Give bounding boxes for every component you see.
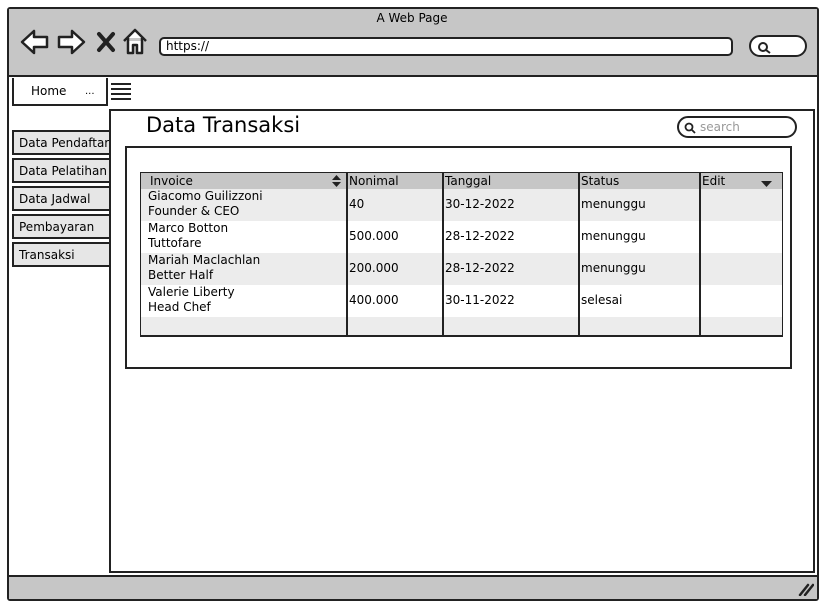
sidebar-item-pembayaran[interactable]: Pembayaran (12, 214, 109, 239)
forward-arrow-icon[interactable] (56, 28, 86, 56)
invoice-cell: Marco Botton Tuttofare (148, 221, 228, 251)
invoice-cell: Giacomo Guilizzoni Founder & CEO (148, 189, 263, 219)
search-placeholder: search (700, 120, 740, 134)
column-divider (699, 173, 701, 336)
status-cell: menunggu (581, 229, 646, 243)
column-header-nonimal[interactable]: Nonimal (349, 174, 399, 188)
tanggal-cell: 28-12-2022 (445, 261, 515, 275)
invoice-subtitle: Tuttofare (148, 236, 202, 250)
invoice-subtitle: Founder & CEO (148, 204, 240, 218)
back-arrow-icon[interactable] (20, 28, 50, 56)
invoice-cell: Valerie Liberty Head Chef (148, 285, 235, 315)
tanggal-cell: 30-12-2022 (445, 197, 515, 211)
column-header-status[interactable]: Status (581, 174, 619, 188)
tanggal-cell: 30-11-2022 (445, 293, 515, 307)
resize-grip-icon[interactable] (798, 582, 814, 596)
column-divider (442, 173, 444, 336)
status-cell: menunggu (581, 261, 646, 275)
invoice-name: Giacomo Guilizzoni (148, 189, 263, 203)
search-input[interactable]: search (677, 116, 797, 138)
window-title: A Web Page (376, 11, 448, 25)
search-icon (758, 42, 771, 54)
invoice-name: Marco Botton (148, 221, 229, 235)
browser-statusbar (9, 575, 817, 599)
nominal-cell: 400.000 (349, 293, 399, 307)
invoice-name: Mariah Maclachlan (148, 253, 261, 267)
nominal-cell: 40 (349, 197, 365, 211)
status-cell: menunggu (581, 197, 646, 211)
sidebar-item-transaksi[interactable]: Transaksi (12, 242, 109, 267)
sidebar-item-data-pendaftar[interactable]: Data Pendaftar (12, 130, 109, 155)
home-icon[interactable] (122, 28, 148, 56)
sidebar-item-label: Data Jadwal (19, 192, 91, 206)
tab-home-label: Home (31, 84, 67, 98)
tab-more: ... (85, 86, 95, 97)
close-icon[interactable] (96, 31, 116, 53)
chevron-down-icon[interactable] (761, 181, 772, 188)
column-header-tanggal[interactable]: Tanggal (445, 174, 491, 188)
hamburger-menu-icon[interactable] (110, 81, 132, 103)
column-divider (346, 173, 348, 336)
status-cell: selesai (581, 293, 623, 307)
sidebar-item-data-jadwal[interactable]: Data Jadwal (12, 186, 109, 211)
sidebar-item-label: Transaksi (19, 248, 75, 262)
tanggal-cell: 28-12-2022 (445, 229, 515, 243)
nominal-cell: 500.000 (349, 229, 399, 243)
browser-search-button[interactable] (749, 35, 807, 57)
sidebar-item-label: Pembayaran (19, 220, 95, 234)
url-input[interactable]: https:// (159, 37, 733, 56)
invoice-subtitle: Better Half (148, 268, 214, 282)
table-row-empty (141, 317, 782, 335)
tab-home[interactable]: Home ... (12, 78, 108, 106)
sidebar-item-label: Data Pelatihan (19, 164, 107, 178)
column-header-edit[interactable]: Edit (702, 174, 725, 188)
invoice-cell: Mariah Maclachlan Better Half (148, 253, 260, 283)
sort-icon[interactable] (331, 174, 342, 188)
invoice-subtitle: Head Chef (148, 300, 211, 314)
page-title: Data Transaksi (146, 113, 301, 137)
column-divider (578, 173, 580, 336)
sidebar-item-label: Data Pendaftar (19, 136, 109, 150)
nominal-cell: 200.000 (349, 261, 399, 275)
invoice-name: Valerie Liberty (148, 285, 235, 299)
search-icon (684, 122, 696, 134)
column-header-invoice[interactable]: Invoice (150, 174, 193, 188)
sidebar-item-data-pelatihan[interactable]: Data Pelatihan (12, 158, 109, 183)
